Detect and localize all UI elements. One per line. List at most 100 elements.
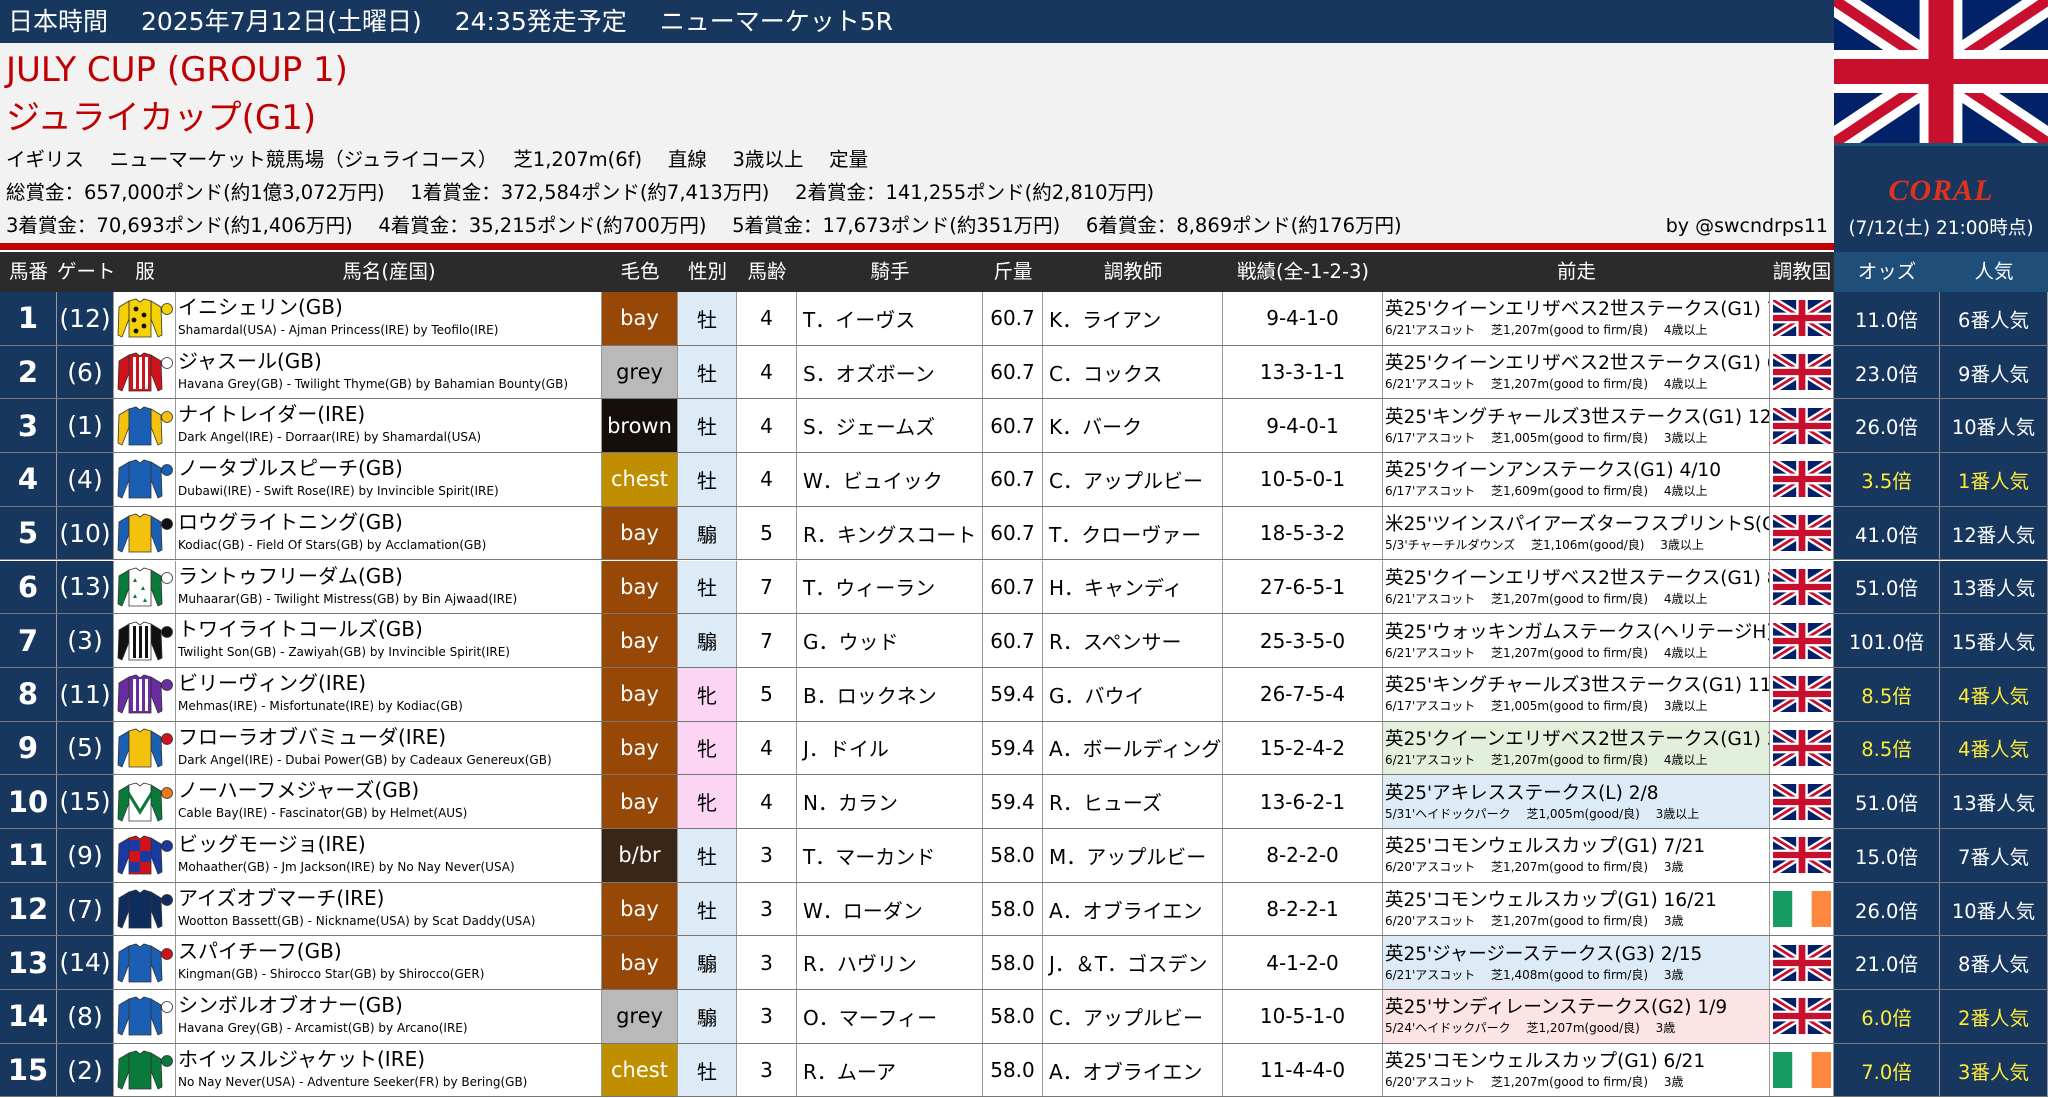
table-row[interactable]: 14 (8) シンボルオブオナー(GB) Havana Grey(GB) - Arca… xyxy=(0,990,2048,1044)
horse-name: ノータブルスピーチ(GB) xyxy=(178,456,403,481)
popularity: 1番人気 xyxy=(1940,453,2048,506)
odds: 51.0倍 xyxy=(1834,775,1940,828)
previous-race: 英25'コモンウェルスカップ(G1) 7/21 xyxy=(1385,836,1706,858)
horse-name: イニシェリン(GB) xyxy=(178,295,343,319)
previous-race: 英25'クイーンエリザベス2世ステークス(G1) 3/14 xyxy=(1385,728,1770,750)
weight: 58.0 xyxy=(983,882,1043,936)
jockey: J．ドイル xyxy=(797,721,983,775)
jockey-silks-icon xyxy=(114,453,176,506)
gate-number: (14) xyxy=(57,936,114,990)
table-row[interactable]: 1 (12) イニシェリン(GB) Shamardal(USA) - Ajman Pr… xyxy=(0,292,2048,346)
previous-race: 英25'クイーンエリザベス2世ステークス(G1) 6/14 xyxy=(1385,353,1770,375)
horse-name-cell: シンボルオブオナー(GB) Havana Grey(GB) - Arcamist(… xyxy=(176,990,602,1043)
weight: 59.4 xyxy=(983,667,1043,721)
jockey: T．マーカンド xyxy=(797,829,983,882)
jockey: B．ロックネン xyxy=(797,667,983,721)
table-row[interactable]: 6 (13) ラントゥフリーダム(GB) Muhaarar(GB) - Twiligh… xyxy=(0,560,2048,615)
uk-flag-icon xyxy=(1770,399,1834,453)
table-row[interactable]: 3 (1) ナイトレイダー(IRE) Dark Angel(IRE) - Dorraa… xyxy=(0,399,2048,454)
coat-color: bay xyxy=(602,292,678,345)
sex: 騸 xyxy=(678,614,737,667)
uk-flag-icon xyxy=(1770,936,1834,990)
horse-name: トワイライトコールズ(GB) xyxy=(178,617,423,642)
header-age: 馬齢 xyxy=(747,260,787,283)
horse-name: アイズオブマーチ(IRE) xyxy=(178,885,385,910)
header-odds: オッズ xyxy=(1834,252,1940,292)
table-row[interactable]: 11 (9) ビッグモージョ(IRE) Mohaather(GB) - Jm Jack… xyxy=(0,829,2048,883)
horse-name-cell: トワイライトコールズ(GB) Twilight Son(GB) - Zawiyah… xyxy=(176,614,602,667)
pedigree: Havana Grey(GB) - Twilight Thyme(GB) by … xyxy=(178,376,568,391)
previous-race: 英25'ウォッキンガムステークス(ヘリテージH) 11/28 xyxy=(1385,621,1770,643)
race-record: 11-4-4-0 xyxy=(1223,1043,1383,1097)
horse-name: ロウグライトニング(GB) xyxy=(178,509,403,534)
popularity: 15番人気 xyxy=(1940,614,2048,667)
header-weight: 斤量 xyxy=(993,260,1033,283)
odds: 51.0倍 xyxy=(1834,560,1940,614)
odds: 6.0倍 xyxy=(1834,990,1940,1043)
gate-number: (13) xyxy=(57,560,114,614)
popularity: 13番人気 xyxy=(1940,775,2048,828)
table-row[interactable]: 9 (5) フローラオブバミューダ(IRE) Dark Angel(IRE) - Du… xyxy=(0,721,2048,776)
table-row[interactable]: 7 (3) トワイライトコールズ(GB) Twilight Son(GB) - Zaw… xyxy=(0,614,2048,668)
table-row[interactable]: 5 (10) ロウグライトニング(GB) Kodiac(GB) - Field Of … xyxy=(0,506,2048,561)
previous-race-detail: 6/17'アスコット 芝1,609m(good to firm/良) 4歳以上 xyxy=(1385,484,1708,499)
race-record: 26-7-5-4 xyxy=(1223,667,1383,721)
table-row[interactable]: 10 (15) ノーハーフメジャーズ(GB) Cable Bay(IRE) - Fas… xyxy=(0,775,2048,829)
age: 4 xyxy=(737,721,797,775)
table-row[interactable]: 15 (2) ホイッスルジャケット(IRE) No Nay Never(USA) - … xyxy=(0,1043,2048,1098)
jockey-silks-icon xyxy=(114,721,176,775)
race-record: 27-6-5-1 xyxy=(1223,560,1383,614)
sex: 牡 xyxy=(678,882,737,936)
header-gate: ゲート xyxy=(57,260,114,283)
jockey-silks-icon xyxy=(114,667,176,721)
pedigree: Mehmas(IRE) - Misfortunate(IRE) by Kodia… xyxy=(178,698,463,713)
coat-color: bay xyxy=(602,667,678,721)
race-record: 4-1-2-0 xyxy=(1223,936,1383,990)
previous-race-detail: 5/3'チャーチルダウンズ 芝1,106m(good/良) 3歳以上 xyxy=(1385,538,1704,553)
trainer: K．バーク xyxy=(1043,399,1223,453)
pedigree: Cable Bay(IRE) - Fascinator(GB) by Helme… xyxy=(178,806,468,821)
table-row[interactable]: 4 (4) ノータブルスピーチ(GB) Dubawi(IRE) - Swift Ros… xyxy=(0,453,2048,507)
header-trainer: 調教師 xyxy=(1103,260,1163,283)
popularity: 7番人気 xyxy=(1940,829,2048,882)
race-record: 18-5-3-2 xyxy=(1223,506,1383,560)
popularity: 6番人気 xyxy=(1940,292,2048,345)
divider xyxy=(0,243,1834,250)
previous-race: 英25'コモンウェルスカップ(G1) 16/21 xyxy=(1385,890,1717,912)
previous-race: 英25'アキレスステークス(L) 2/8 xyxy=(1385,782,1659,804)
previous-race-cell: 英25'ジャージーステークス(G3) 2/15 6/21'アスコット 芝1,408… xyxy=(1383,936,1770,990)
table-row[interactable]: 12 (7) アイズオブマーチ(IRE) Wootton Bassett(GB) - … xyxy=(0,882,2048,937)
coat-color: bay xyxy=(602,506,678,560)
popularity: 3番人気 xyxy=(1940,1043,2048,1097)
popularity: 2番人気 xyxy=(1940,990,2048,1043)
jockey: S．オズボーン xyxy=(797,345,983,399)
sex: 牡 xyxy=(678,829,737,882)
race-conditions: イギリス ニューマーケット競馬場（ジュライコース） 芝1,207m(6f) 直線… xyxy=(6,148,869,171)
sex: 騸 xyxy=(678,506,737,560)
previous-race: 英25'サンディレーンステークス(G2) 1/9 xyxy=(1385,997,1728,1019)
horse-name-cell: ノーハーフメジャーズ(GB) Cable Bay(IRE) - Fascinato… xyxy=(176,775,602,828)
jockey-silks-icon xyxy=(114,292,176,345)
horse-number: 8 xyxy=(0,667,57,721)
horse-number: 4 xyxy=(0,453,57,506)
age: 3 xyxy=(737,936,797,990)
weight: 60.7 xyxy=(983,614,1043,667)
table-row[interactable]: 13 (14) スパイチーフ(GB) Kingman(GB) - Shirocco S… xyxy=(0,936,2048,991)
horse-number: 5 xyxy=(0,506,57,560)
gate-number: (1) xyxy=(57,399,114,453)
trainer: C．アップルビー xyxy=(1043,453,1223,506)
pedigree: Havana Grey(GB) - Arcamist(GB) by Arcano… xyxy=(178,1021,468,1036)
race-record: 25-3-5-0 xyxy=(1223,614,1383,667)
horse-name-cell: ジャスール(GB) Havana Grey(GB) - Twilight Thym… xyxy=(176,345,602,399)
jockey-silks-icon xyxy=(114,1043,176,1097)
uk-flag-icon xyxy=(1770,667,1834,721)
previous-race-cell: 英25'コモンウェルスカップ(G1) 7/21 6/20'アスコット 芝1,207… xyxy=(1383,829,1770,882)
horse-number: 6 xyxy=(0,560,57,614)
horse-number: 13 xyxy=(0,936,57,990)
weight: 60.7 xyxy=(983,292,1043,345)
horse-name-cell: アイズオブマーチ(IRE) Wootton Bassett(GB) - Nickn… xyxy=(176,882,602,936)
table-row[interactable]: 8 (11) ビリーヴィング(IRE) Mehmas(IRE) - Misfortun… xyxy=(0,667,2048,722)
race-record: 8-2-2-1 xyxy=(1223,882,1383,936)
table-row[interactable]: 2 (6) ジャスール(GB) Havana Grey(GB) - Twilight … xyxy=(0,345,2048,400)
coat-color: chest xyxy=(602,453,678,506)
